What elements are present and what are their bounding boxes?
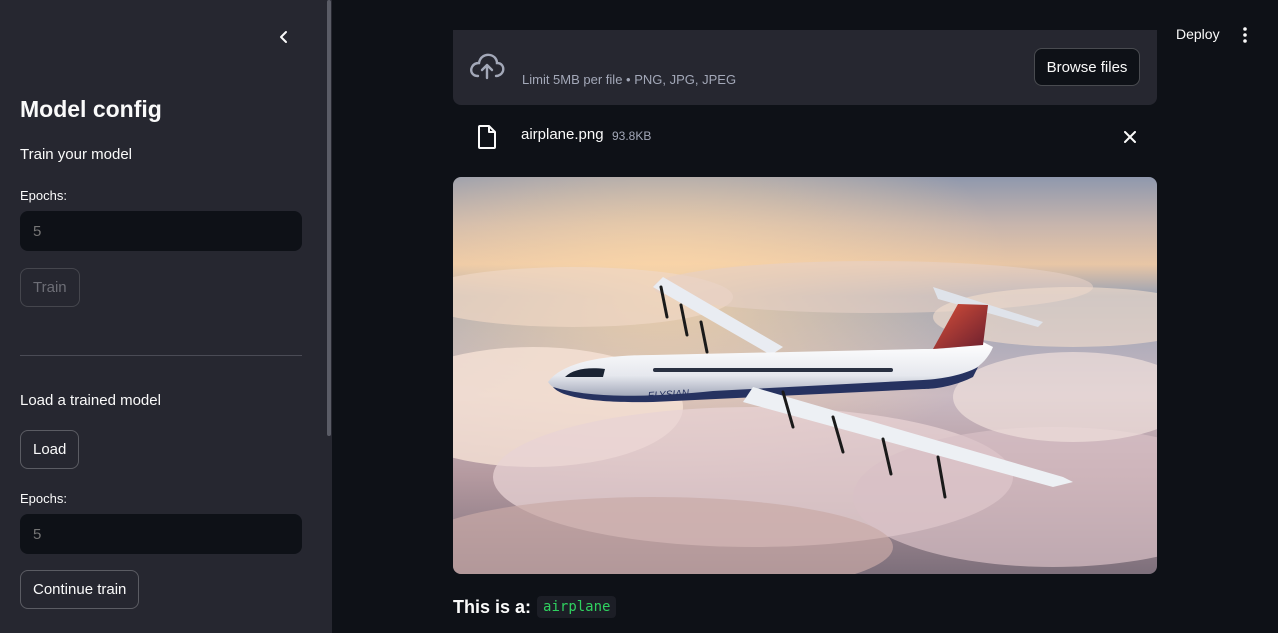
deploy-button[interactable]: Deploy [1168,24,1228,44]
epochs2-input[interactable] [20,514,302,554]
epochs-label: Epochs: [20,188,67,203]
train-subheader: Train your model [20,146,132,163]
result-prefix: This is a: [453,596,532,617]
sidebar-scrollbar[interactable] [327,0,331,436]
continue-train-button[interactable]: Continue train [20,570,140,609]
predicted-label: airplane [537,596,617,618]
main-menu-button[interactable] [1236,25,1254,45]
train-button[interactable]: Train [20,268,80,307]
file-dropzone[interactable]: Drag and drop file here Limit 5MB per fi… [453,30,1157,105]
epochs2-label: Epochs: [20,491,67,506]
file-name: airplane.png [521,126,604,143]
close-icon [1124,131,1136,143]
collapse-sidebar-button[interactable] [272,25,296,49]
file-size: 93.8KB [612,129,652,143]
epochs-input[interactable] [20,211,302,251]
file-icon [478,125,496,149]
app: Model config Train your model Epochs: Tr… [0,0,1278,633]
cloud-upload-icon [470,53,505,80]
more-vertical-icon [1243,27,1247,43]
sidebar: Model config Train your model Epochs: Tr… [0,0,332,633]
dropzone-limit-text: Limit 5MB per file • PNG, JPG, JPEG [522,72,737,87]
dropzone-instructions: Drag and drop file here [522,10,676,27]
chevron-left-icon [280,31,287,43]
uploaded-file-row: airplane.png 93.8KB [453,117,1157,157]
uploaded-image: ELYSIAN [453,177,1157,574]
sidebar-divider [20,355,302,356]
load-subheader: Load a trained model [20,392,161,409]
sidebar-title: Model config [20,96,162,122]
airplane-photo: ELYSIAN [453,177,1157,574]
load-button[interactable]: Load [20,430,80,469]
remove-file-button[interactable] [1120,127,1140,147]
prediction-result: This is a: airplane [453,596,617,618]
browse-files-button[interactable]: Browse files [1034,48,1140,86]
